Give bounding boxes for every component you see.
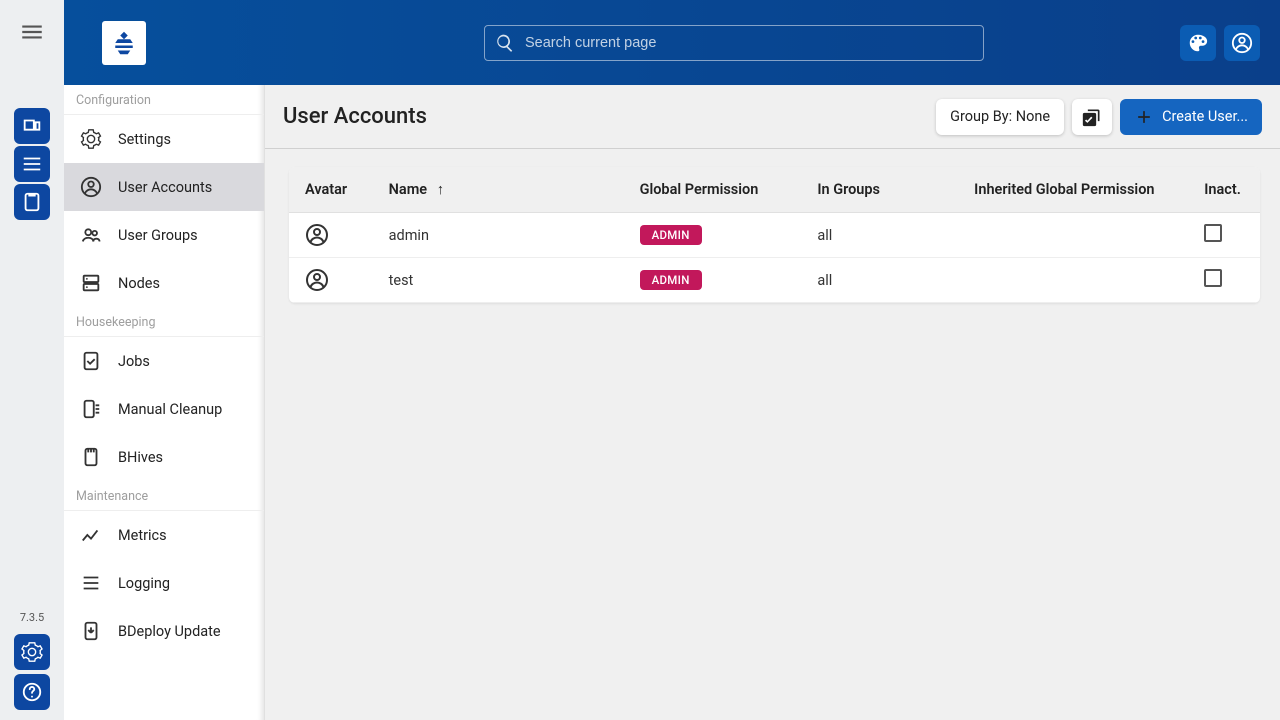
sidebar-section-label: Maintenance bbox=[64, 481, 264, 511]
cell-inact bbox=[1188, 258, 1260, 303]
sidebar-item-label: Jobs bbox=[118, 353, 150, 370]
col-avatar[interactable]: Avatar bbox=[289, 167, 373, 213]
table-row[interactable]: admin ADMIN all bbox=[289, 213, 1260, 258]
cell-groups: all bbox=[801, 258, 958, 303]
hamburger-button[interactable] bbox=[8, 8, 56, 56]
sidebar-item-settings[interactable]: Settings bbox=[64, 115, 264, 163]
sidebar-item-label: Manual Cleanup bbox=[118, 401, 222, 418]
main-column: Configuration Settings User Accounts User G… bbox=[64, 0, 1280, 720]
palette-icon bbox=[1187, 32, 1209, 54]
select-all-icon bbox=[1082, 107, 1102, 127]
rail-item-2[interactable] bbox=[14, 146, 50, 182]
gear-icon bbox=[80, 128, 102, 150]
users-table: Avatar Name ↑ Global Permission In Group… bbox=[289, 167, 1260, 303]
create-user-label: Create User... bbox=[1162, 108, 1248, 125]
cell-inact bbox=[1188, 213, 1260, 258]
list-icon bbox=[80, 572, 102, 594]
avatar-icon bbox=[305, 223, 329, 247]
account-button[interactable] bbox=[1224, 25, 1260, 61]
table-wrapper: Avatar Name ↑ Global Permission In Group… bbox=[265, 149, 1280, 720]
sidebar-item-label: User Groups bbox=[118, 227, 198, 244]
sd-icon bbox=[80, 446, 102, 468]
col-inact[interactable]: Inact. bbox=[1188, 167, 1260, 213]
sidebar-item-bhives[interactable]: BHives bbox=[64, 433, 264, 481]
theme-button[interactable] bbox=[1180, 25, 1216, 61]
col-inherited[interactable]: Inherited Global Permission bbox=[958, 167, 1188, 213]
devices-icon bbox=[21, 115, 43, 137]
version-label: 7.3.5 bbox=[20, 611, 44, 624]
sidebar-item-nodes[interactable]: Nodes bbox=[64, 259, 264, 307]
gear-icon bbox=[21, 641, 43, 663]
sidebar-item-label: Logging bbox=[118, 575, 170, 592]
cell-perm: ADMIN bbox=[624, 213, 802, 258]
cell-avatar bbox=[289, 258, 373, 303]
sidebar-item-bdeploy-update[interactable]: BDeploy Update bbox=[64, 607, 264, 655]
sidebar-item-user-accounts[interactable]: User Accounts bbox=[64, 163, 264, 211]
app-logo[interactable] bbox=[102, 21, 146, 65]
cell-groups: all bbox=[801, 213, 958, 258]
update-icon bbox=[80, 620, 102, 642]
clipboard-icon bbox=[21, 191, 43, 213]
sidebar-item-user-groups[interactable]: User Groups bbox=[64, 211, 264, 259]
dns-icon bbox=[80, 272, 102, 294]
plus-icon bbox=[1134, 107, 1154, 127]
group-by-button[interactable]: Group By: None bbox=[936, 99, 1064, 135]
rail-help-button[interactable] bbox=[14, 674, 50, 710]
account-icon bbox=[1231, 32, 1253, 54]
rail-settings-button[interactable] bbox=[14, 634, 50, 670]
sidebar-section-label: Configuration bbox=[64, 85, 264, 115]
sidebar-item-logging[interactable]: Logging bbox=[64, 559, 264, 607]
col-name[interactable]: Name ↑ bbox=[373, 167, 624, 213]
bee-icon bbox=[109, 28, 139, 58]
sidebar-item-label: User Accounts bbox=[118, 179, 212, 196]
sidebar-section-label: Housekeeping bbox=[64, 307, 264, 337]
cell-name: test bbox=[373, 258, 624, 303]
admin-badge: ADMIN bbox=[640, 225, 702, 245]
rail-nav: 7.3.5 bbox=[0, 0, 64, 720]
list-icon bbox=[21, 153, 43, 175]
sort-asc-icon: ↑ bbox=[437, 181, 444, 198]
group-icon bbox=[80, 224, 102, 246]
content-area: User Accounts Group By: None Create User… bbox=[265, 85, 1280, 720]
bulk-select-button[interactable] bbox=[1072, 99, 1112, 135]
cleanup-icon bbox=[80, 398, 102, 420]
sidebar-item-label: Nodes bbox=[118, 275, 160, 292]
inact-checkbox[interactable] bbox=[1204, 224, 1222, 242]
admin-badge: ADMIN bbox=[640, 270, 702, 290]
search-input[interactable] bbox=[525, 35, 973, 51]
page-header: User Accounts Group By: None Create User… bbox=[265, 85, 1280, 149]
assignment-check-icon bbox=[80, 350, 102, 372]
rail-item-1[interactable] bbox=[14, 108, 50, 144]
inact-checkbox[interactable] bbox=[1204, 269, 1222, 287]
col-perm[interactable]: Global Permission bbox=[624, 167, 802, 213]
rail-item-3[interactable] bbox=[14, 184, 50, 220]
cell-perm: ADMIN bbox=[624, 258, 802, 303]
sidebar-item-manual-cleanup[interactable]: Manual Cleanup bbox=[64, 385, 264, 433]
sidebar-item-label: Metrics bbox=[118, 527, 167, 544]
avatar-icon bbox=[305, 268, 329, 292]
col-groups[interactable]: In Groups bbox=[801, 167, 958, 213]
create-user-button[interactable]: Create User... bbox=[1120, 99, 1262, 135]
sidebar-item-label: Settings bbox=[118, 131, 171, 148]
search-box[interactable] bbox=[484, 25, 984, 61]
account-icon bbox=[80, 176, 102, 198]
sidebar-item-label: BHives bbox=[118, 449, 163, 466]
chart-icon bbox=[80, 524, 102, 546]
cell-inherited bbox=[958, 258, 1188, 303]
cell-name: admin bbox=[373, 213, 624, 258]
sidebar-item-label: BDeploy Update bbox=[118, 623, 221, 640]
table-row[interactable]: test ADMIN all bbox=[289, 258, 1260, 303]
body-row: Configuration Settings User Accounts User G… bbox=[64, 85, 1280, 720]
help-icon bbox=[21, 681, 43, 703]
cell-avatar bbox=[289, 213, 373, 258]
topbar bbox=[64, 0, 1280, 85]
cell-inherited bbox=[958, 213, 1188, 258]
search-icon bbox=[495, 33, 515, 53]
menu-icon bbox=[19, 19, 45, 45]
sidebar-item-metrics[interactable]: Metrics bbox=[64, 511, 264, 559]
sidebar-item-jobs[interactable]: Jobs bbox=[64, 337, 264, 385]
sidebar: Configuration Settings User Accounts User G… bbox=[64, 85, 265, 720]
page-title: User Accounts bbox=[283, 104, 427, 129]
